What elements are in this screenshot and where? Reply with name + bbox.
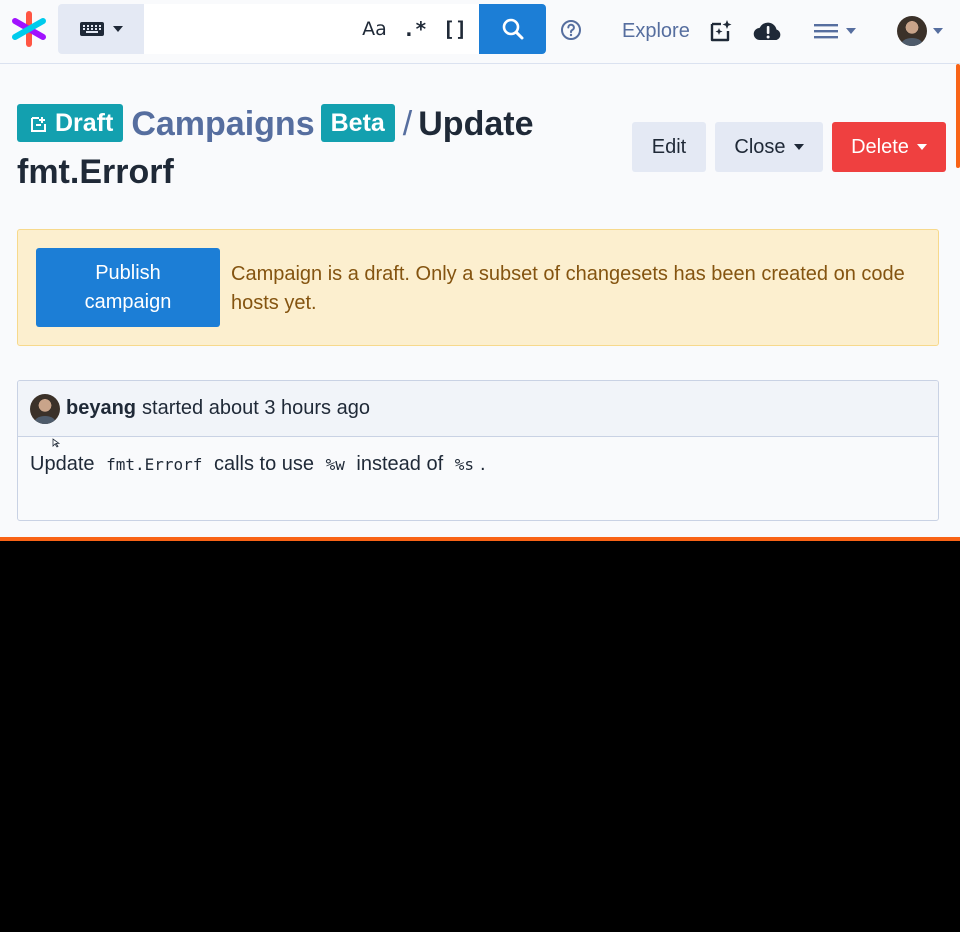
search-input[interactable] bbox=[154, 14, 344, 44]
author-link[interactable]: beyang bbox=[66, 397, 136, 420]
edit-button-label: Edit bbox=[651, 135, 687, 158]
beta-badge: Beta bbox=[320, 104, 395, 142]
keyboard-shortcuts-toggle[interactable] bbox=[58, 4, 144, 54]
search-options: Aa .* [] bbox=[362, 4, 467, 54]
explore-link[interactable]: Explore bbox=[622, 20, 690, 43]
chevron-down-icon bbox=[793, 144, 804, 150]
publish-campaign-button[interactable]: Publish campaign bbox=[36, 248, 220, 327]
description-text: instead of bbox=[356, 453, 444, 475]
description-text-prefix: Update bbox=[30, 453, 95, 475]
code-snippet: %s bbox=[454, 455, 474, 474]
draft-badge-label: Draft bbox=[55, 109, 114, 137]
close-button-label: Close bbox=[734, 135, 786, 158]
help-icon[interactable] bbox=[560, 19, 582, 41]
delete-button-label: Delete bbox=[851, 135, 909, 158]
draft-alert: Publish campaign Campaign is a draft. On… bbox=[17, 229, 939, 346]
draft-icon bbox=[31, 117, 46, 132]
code-snippet: %w bbox=[325, 455, 345, 474]
description-body: Update fmt.Errorf calls to use %w instea… bbox=[18, 437, 938, 492]
author-avatar bbox=[30, 393, 60, 424]
chevron-down-icon bbox=[916, 144, 927, 150]
keyboard-icon bbox=[80, 22, 104, 36]
case-sensitivity-toggle[interactable]: Aa bbox=[362, 18, 387, 40]
edit-button[interactable]: Edit bbox=[632, 122, 706, 172]
started-timestamp: started about 3 hours ago bbox=[142, 397, 370, 419]
description-header: beyang started about 3 hours ago bbox=[18, 381, 938, 437]
app-window: Aa .* [] Explore Draft Campaigns Beta / … bbox=[0, 0, 960, 541]
chevron-down-icon bbox=[933, 28, 943, 34]
draft-alert-message: Campaign is a draft. Only a subset of ch… bbox=[231, 263, 905, 314]
avatar bbox=[897, 16, 927, 46]
chevron-down-icon bbox=[113, 26, 123, 32]
campaigns-link[interactable]: Campaigns bbox=[131, 105, 314, 143]
search-icon bbox=[502, 18, 523, 40]
campaign-actions: Edit Close Delete bbox=[632, 122, 946, 172]
page-header: Draft Campaigns Beta / Update fmt.Errorf bbox=[17, 100, 617, 196]
top-navbar: Aa .* [] Explore bbox=[0, 0, 960, 64]
breadcrumb-separator: / bbox=[402, 105, 413, 143]
delete-button[interactable]: Delete bbox=[832, 122, 946, 172]
chevron-down-icon bbox=[846, 28, 856, 34]
description-text: calls to use bbox=[213, 453, 315, 475]
insights-icon[interactable] bbox=[708, 18, 734, 44]
search-button[interactable] bbox=[479, 4, 546, 54]
mouse-cursor-icon bbox=[52, 438, 60, 448]
campaign-description-card: beyang started about 3 hours ago Update … bbox=[17, 380, 939, 521]
frame-border bbox=[0, 537, 960, 541]
structural-search-toggle[interactable]: [] bbox=[443, 17, 467, 41]
hamburger-menu-icon bbox=[814, 24, 838, 39]
user-menu-toggle[interactable] bbox=[897, 15, 949, 47]
search-field[interactable]: Aa .* [] bbox=[144, 4, 479, 54]
main-menu-toggle[interactable] bbox=[814, 20, 864, 42]
close-button[interactable]: Close bbox=[715, 122, 823, 172]
sourcegraph-logo-icon[interactable] bbox=[10, 10, 48, 48]
regex-toggle[interactable]: .* bbox=[403, 17, 427, 41]
cloud-alert-icon[interactable] bbox=[752, 18, 784, 44]
draft-badge: Draft bbox=[17, 104, 124, 142]
description-text-suffix: . bbox=[479, 453, 486, 475]
page-title: Draft Campaigns Beta / Update fmt.Errorf bbox=[17, 100, 617, 196]
code-snippet: fmt.Errorf bbox=[106, 455, 203, 474]
scrollbar-thumb[interactable] bbox=[956, 64, 960, 168]
